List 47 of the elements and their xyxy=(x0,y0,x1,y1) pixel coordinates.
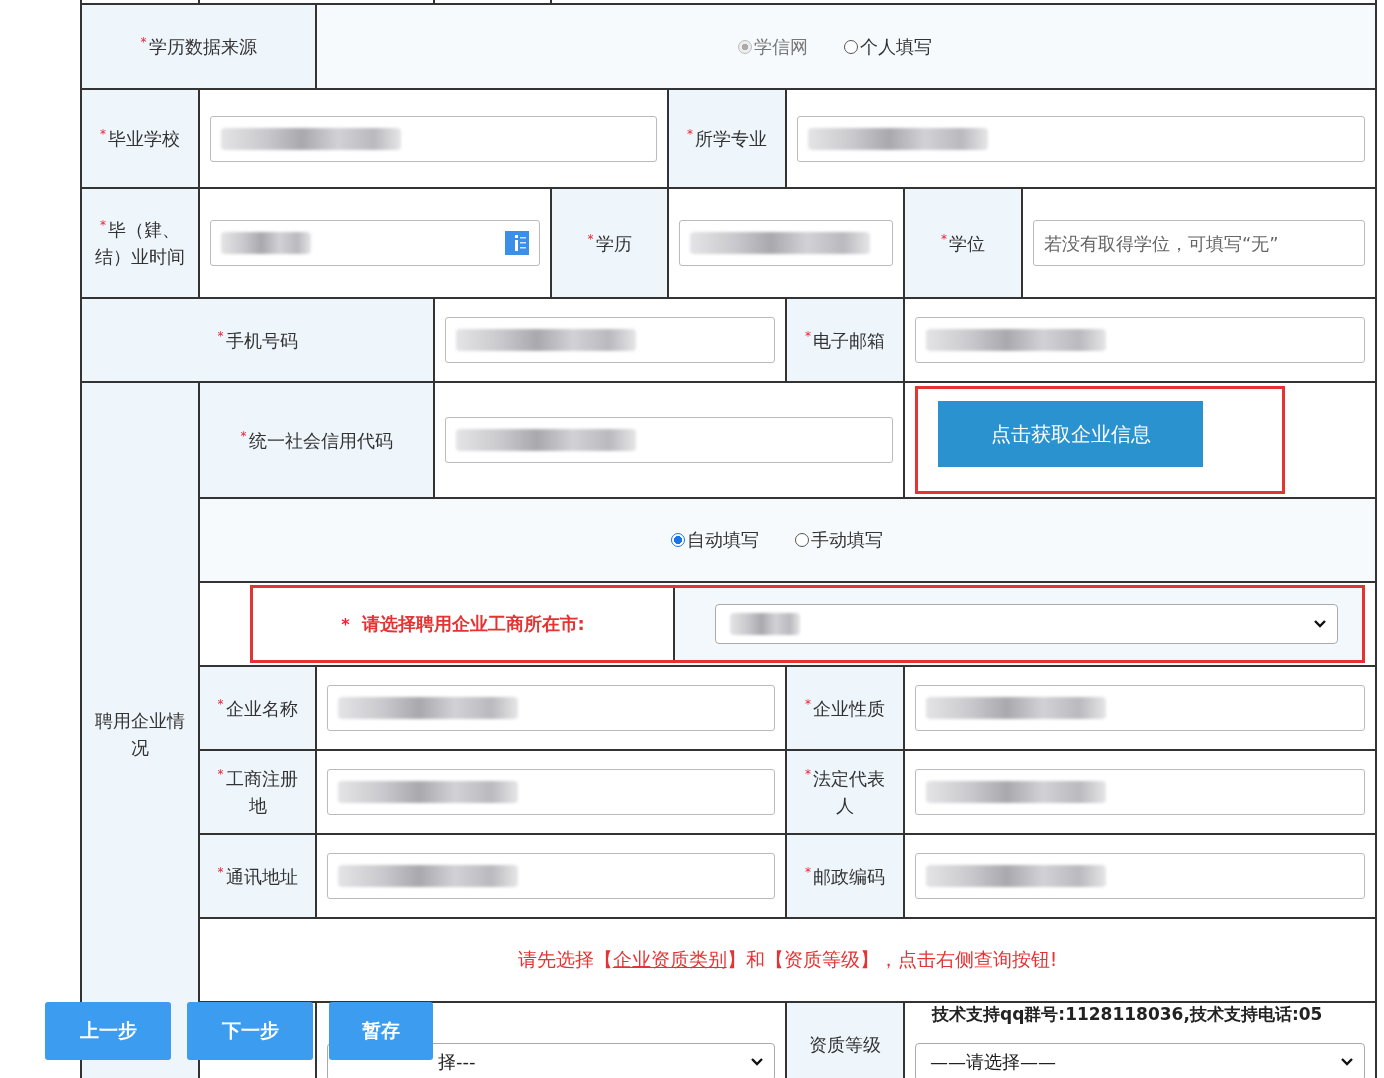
input-field[interactable] xyxy=(327,769,775,815)
input-field[interactable] xyxy=(210,115,657,162)
calendar-icon[interactable] xyxy=(505,231,529,255)
select-field[interactable]: ——请选择—— xyxy=(915,1043,1365,1078)
radio-option[interactable]: 自动填写 xyxy=(670,528,759,552)
field-label: *企业名称 xyxy=(217,695,298,721)
field-label: *手机号码 xyxy=(217,327,298,353)
field-label: *电子邮箱 xyxy=(805,327,885,353)
field-label: *企业性质 xyxy=(805,695,885,721)
input-field[interactable] xyxy=(915,853,1365,899)
input-field[interactable] xyxy=(915,685,1365,731)
field-label: *工商注册地 xyxy=(216,766,299,818)
field-label: *学历数据来源 xyxy=(140,34,257,59)
input-field[interactable] xyxy=(915,317,1365,363)
date-field[interactable] xyxy=(210,220,540,266)
input-field[interactable] xyxy=(915,769,1365,815)
support-info: 技术支持qq群号:1128118036,技术支持电话:05 xyxy=(932,1003,1323,1026)
field-label: *学位 xyxy=(941,230,985,256)
nav-button[interactable]: 下一步 xyxy=(187,1002,313,1060)
nav-button[interactable]: 暂存 xyxy=(329,1002,433,1060)
input-field[interactable] xyxy=(679,220,893,266)
field-label: *毕业学校 xyxy=(100,126,180,151)
field-label: *通讯地址 xyxy=(217,863,298,889)
radio-option[interactable]: 手动填写 xyxy=(794,528,883,552)
chevron-down-icon xyxy=(1313,619,1327,629)
radio-option[interactable]: 个人填写 xyxy=(844,34,932,59)
input-field[interactable] xyxy=(445,417,893,463)
input-field[interactable]: 若没有取得学位，可填写“无” xyxy=(1033,220,1365,266)
nav-button[interactable]: 上一步 xyxy=(45,1002,171,1060)
input-field[interactable] xyxy=(327,685,775,731)
input-field[interactable] xyxy=(445,317,775,363)
chevron-down-icon xyxy=(1340,1057,1354,1067)
fetch-company-info-button[interactable]: 点击获取企业信息 xyxy=(938,401,1203,467)
field-label: *毕（肄、结）业时间 xyxy=(94,217,186,269)
hint-message: 请先选择【企业资质类别】和【资质等级】，点击右侧查询按钮! xyxy=(517,947,1058,972)
field-label: *邮政编码 xyxy=(805,863,885,889)
input-field[interactable] xyxy=(797,115,1365,162)
qualification-category-link[interactable]: 企业资质类别 xyxy=(612,948,727,970)
field-label: 资质等级 xyxy=(809,1032,881,1057)
field-label: *学历 xyxy=(587,230,632,256)
field-label: *所学专业 xyxy=(687,126,767,151)
field-label: *统一社会信用代码 xyxy=(240,427,393,453)
chevron-down-icon xyxy=(750,1057,764,1067)
field-label: *法定代表人 xyxy=(804,766,886,818)
group-label: 聘用企业情况 xyxy=(94,709,186,760)
city-select[interactable] xyxy=(715,604,1338,644)
input-field[interactable] xyxy=(327,853,775,899)
